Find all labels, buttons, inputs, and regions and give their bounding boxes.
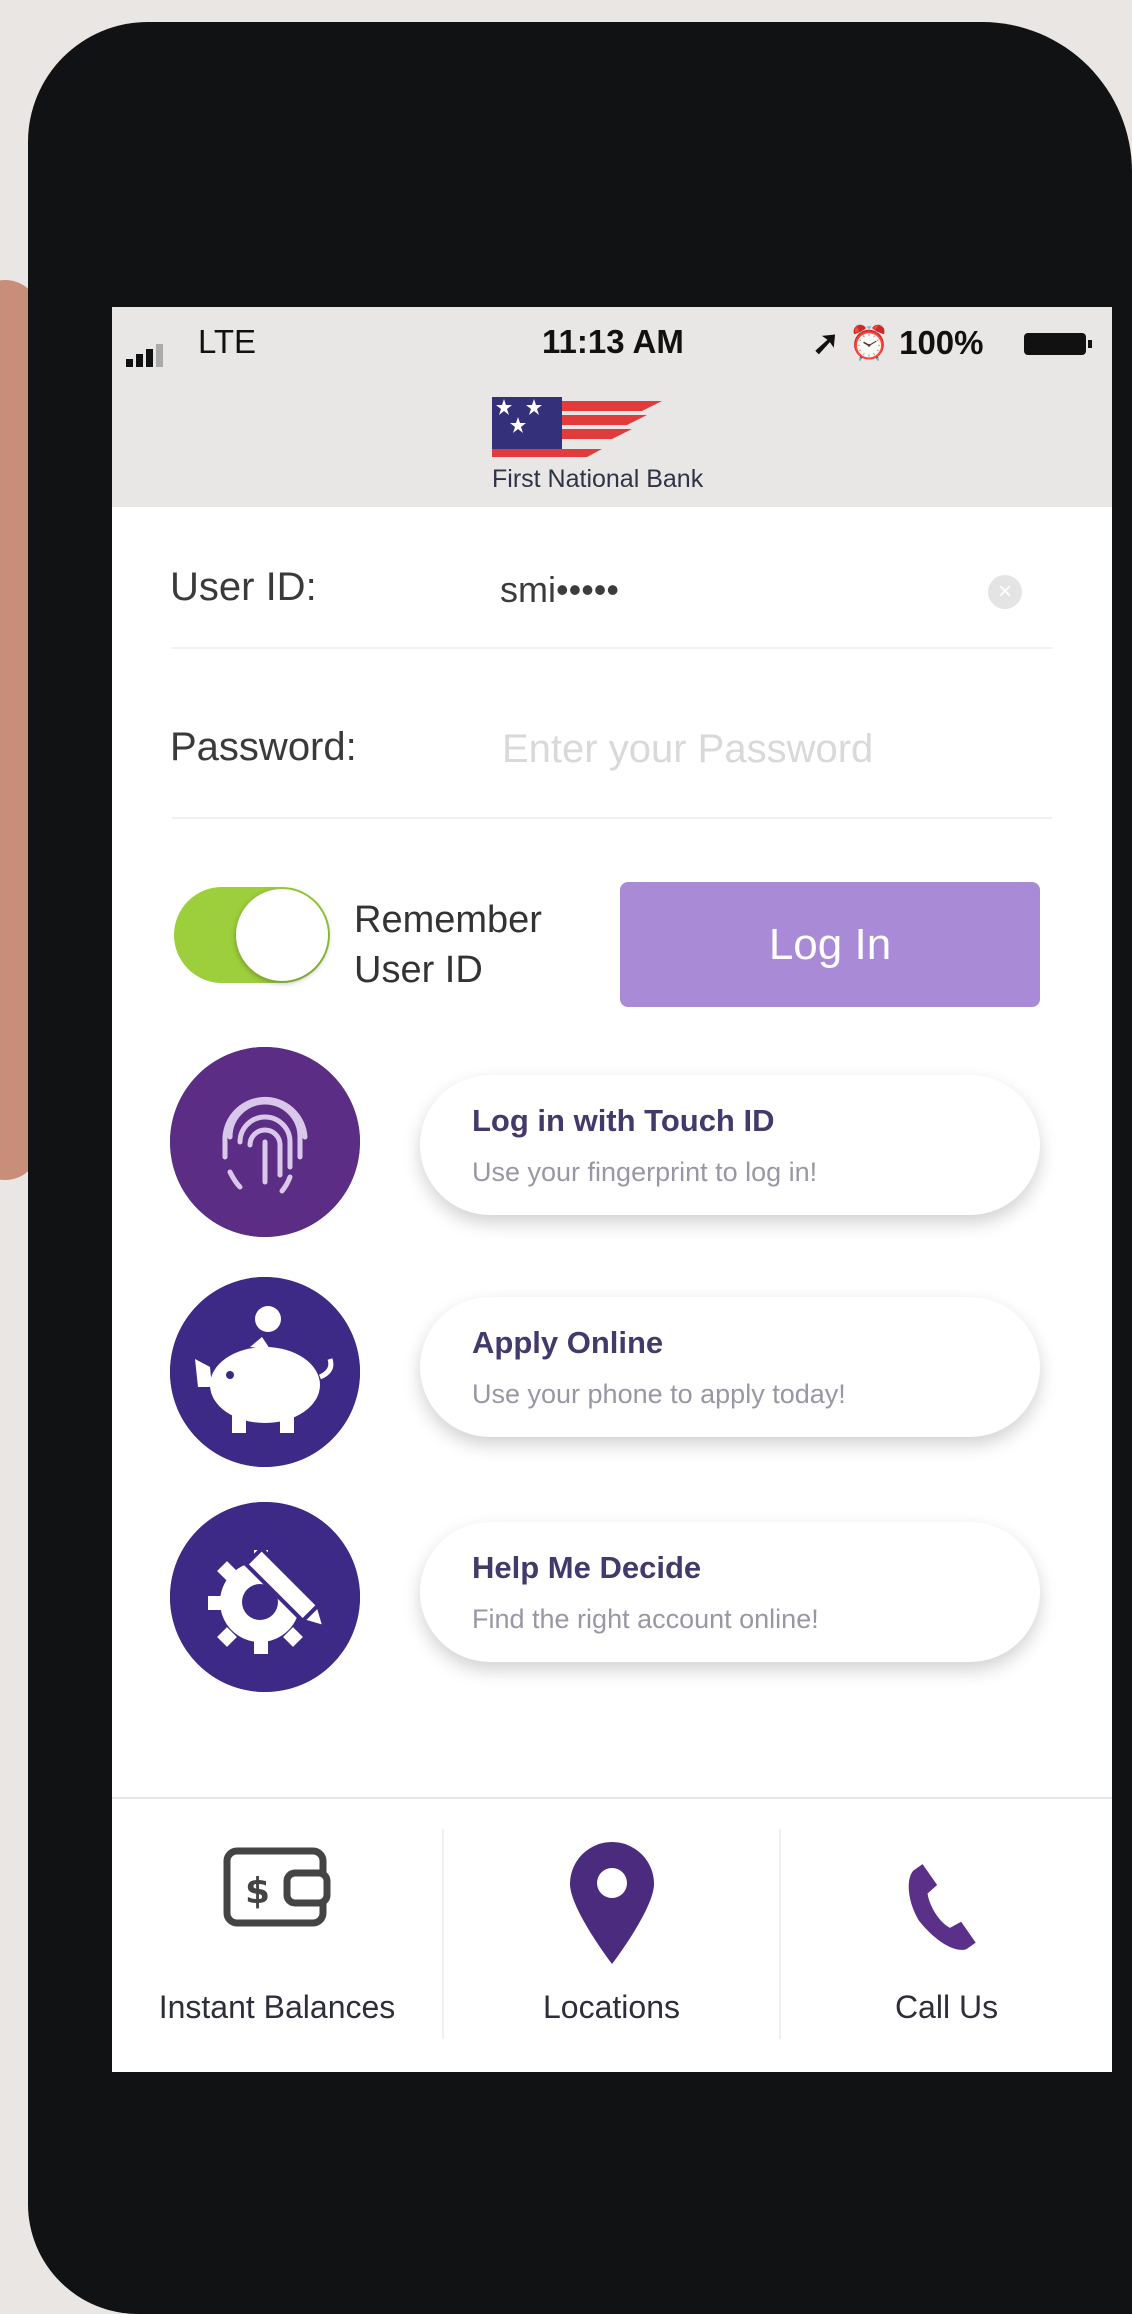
bank-name: First National Bank bbox=[492, 465, 704, 493]
piggy-bank-icon bbox=[170, 1277, 360, 1467]
divider bbox=[172, 647, 1052, 649]
app-screen: LTE 11:13 AM ➚ ⏰ 100% First National Ban… bbox=[112, 307, 1112, 2072]
log-in-button[interactable]: Log In bbox=[620, 882, 1040, 1007]
apply-online-card[interactable]: Apply Online Use your phone to apply tod… bbox=[420, 1297, 1040, 1437]
bottom-tab-bar: $ Instant Balances Locations Call Us bbox=[112, 1797, 1112, 2072]
clear-icon[interactable]: × bbox=[988, 575, 1022, 609]
phone-frame: LTE 11:13 AM ➚ ⏰ 100% First National Ban… bbox=[28, 22, 1132, 2314]
tab-instant-balances[interactable]: $ Instant Balances bbox=[112, 1799, 442, 2072]
help-decide-subtitle: Find the right account online! bbox=[472, 1604, 819, 1634]
status-time: 11:13 AM bbox=[542, 323, 684, 360]
signal-icon bbox=[126, 329, 166, 367]
tab-instant-balances-label: Instant Balances bbox=[158, 1989, 396, 2025]
help-decide-circle[interactable] bbox=[170, 1502, 360, 1692]
tab-locations-label: Locations bbox=[543, 1989, 680, 2025]
bank-logo: First National Bank bbox=[492, 397, 732, 497]
battery-percent: 100% bbox=[899, 324, 984, 361]
tab-locations[interactable]: Locations bbox=[444, 1799, 779, 2072]
divider bbox=[172, 817, 1052, 819]
touch-id-card[interactable]: Log in with Touch ID Use your fingerprin… bbox=[420, 1075, 1040, 1215]
apply-online-subtitle: Use your phone to apply today! bbox=[472, 1379, 846, 1409]
header-bar: LTE 11:13 AM ➚ ⏰ 100% First National Ban… bbox=[112, 307, 1112, 507]
phone-icon bbox=[908, 1864, 976, 1950]
svg-text:$: $ bbox=[245, 1871, 270, 1912]
user-id-label: User ID: bbox=[170, 565, 317, 609]
tab-call-us-label: Call Us bbox=[894, 1989, 999, 2025]
fingerprint-icon bbox=[170, 1047, 360, 1237]
status-bar: LTE 11:13 AM ➚ ⏰ 100% bbox=[112, 307, 1112, 377]
remember-toggle[interactable] bbox=[174, 887, 330, 983]
remember-label: Remember User ID bbox=[354, 895, 542, 995]
carrier-label: LTE bbox=[198, 323, 257, 360]
alarm-icon: ⏰ bbox=[848, 324, 890, 361]
password-label: Password: bbox=[170, 725, 357, 769]
location-pin-icon bbox=[569, 1842, 654, 1964]
remember-line-1: Remember bbox=[354, 899, 542, 941]
location-arrow-icon: ➚ bbox=[812, 324, 840, 361]
touch-id-subtitle: Use your fingerprint to log in! bbox=[472, 1157, 818, 1187]
apply-online-circle[interactable] bbox=[170, 1277, 360, 1467]
touch-id-circle[interactable] bbox=[170, 1047, 360, 1237]
flag-logo-icon bbox=[492, 397, 662, 457]
battery-icon bbox=[1024, 333, 1092, 355]
tab-call-us[interactable]: Call Us bbox=[781, 1799, 1112, 2072]
touch-id-title: Log in with Touch ID bbox=[472, 1103, 775, 1138]
help-decide-title: Help Me Decide bbox=[472, 1550, 702, 1585]
user-id-field[interactable]: smi••••• bbox=[500, 569, 619, 611]
toggle-knob bbox=[236, 889, 328, 981]
password-field[interactable]: Enter your Password bbox=[502, 727, 873, 772]
gear-pencil-icon bbox=[170, 1502, 360, 1692]
status-right: ➚ ⏰ 100% bbox=[812, 323, 984, 363]
help-decide-card[interactable]: Help Me Decide Find the right account on… bbox=[420, 1522, 1040, 1662]
remember-line-2: User ID bbox=[354, 949, 483, 991]
wallet-icon: $ bbox=[223, 1847, 331, 1927]
apply-online-title: Apply Online bbox=[472, 1325, 664, 1360]
